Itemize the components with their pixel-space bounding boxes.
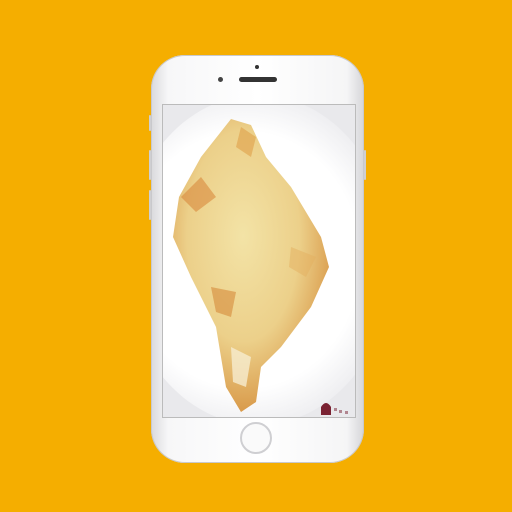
food-photo-icon bbox=[173, 119, 329, 412]
speaker-icon bbox=[239, 77, 277, 82]
volume-up-button bbox=[149, 150, 151, 180]
sensor-icon bbox=[218, 77, 223, 82]
phone-screen bbox=[162, 104, 356, 418]
mute-switch bbox=[149, 115, 151, 131]
watermark-logo-icon bbox=[321, 403, 348, 415]
phone-mockup bbox=[149, 55, 366, 463]
camera-icon bbox=[255, 65, 259, 69]
home-button[interactable] bbox=[240, 422, 272, 454]
power-button bbox=[364, 150, 366, 180]
volume-down-button bbox=[149, 190, 151, 220]
